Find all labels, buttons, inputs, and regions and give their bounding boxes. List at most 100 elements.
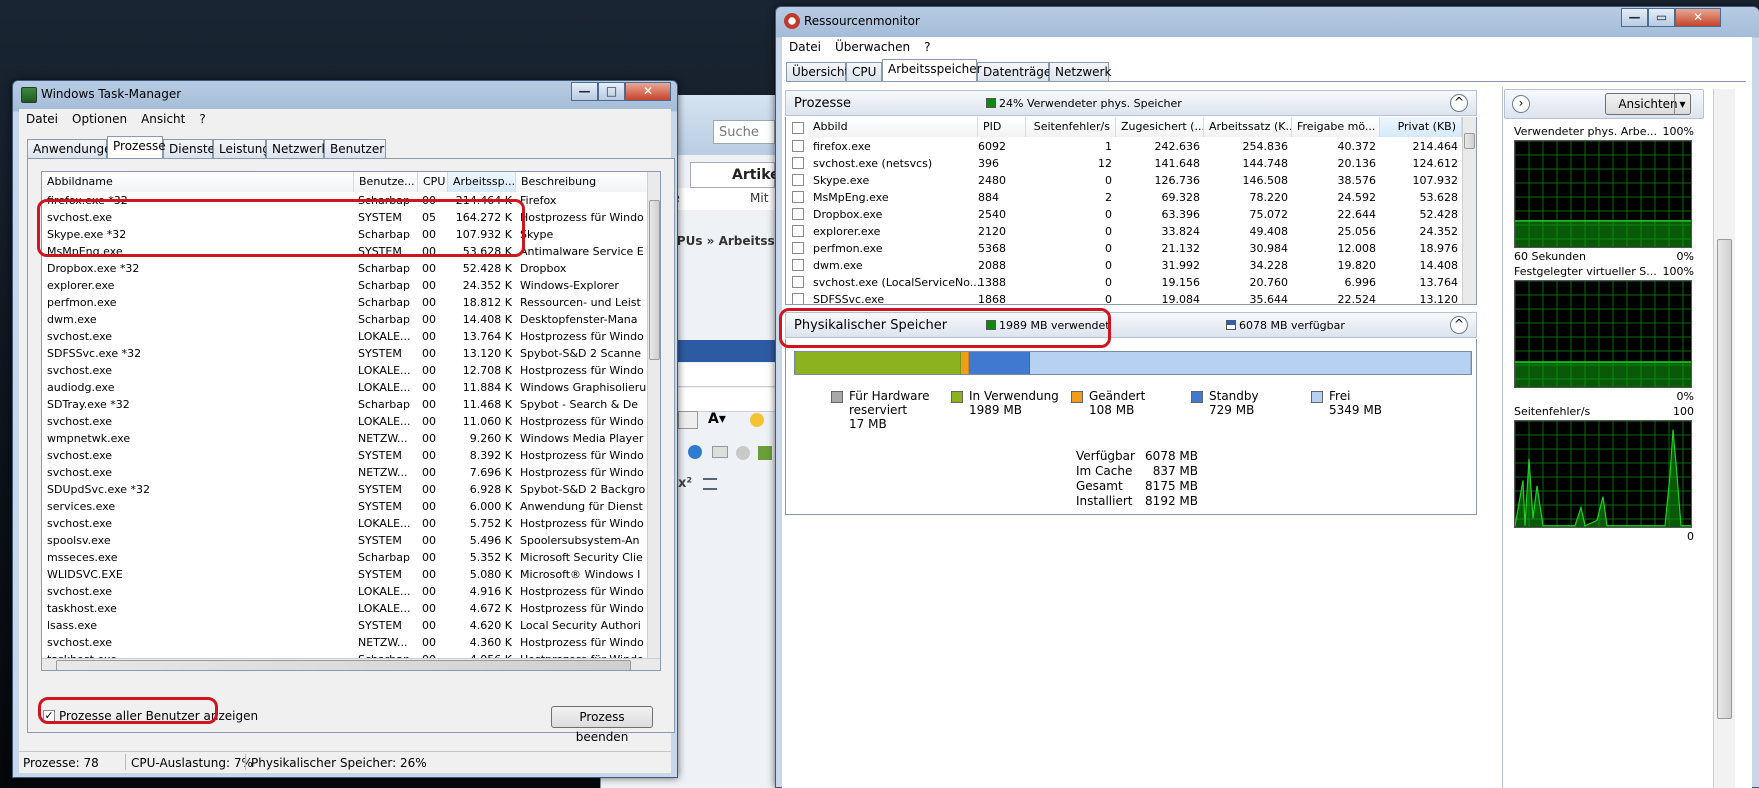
resource-monitor-titlebar[interactable]: Ressourcenmonitor — ▭ ✕ (776, 7, 1759, 35)
table-row[interactable]: Dropbox.exe *32 Scharbap 00 52.428 K Dropbox (42, 260, 648, 277)
table-row[interactable]: taskhost.exeScharbap004.056 KHostprozess… (42, 651, 648, 658)
row-checkbox[interactable] (792, 157, 804, 169)
table-row[interactable]: perfmon.exe Scharbap 00 18.812 K Ressourcen-… (42, 294, 648, 311)
resmon-table-row[interactable]: svchost.exe (LocalServiceNo... 1388 0 19.15… (786, 274, 1462, 291)
menu-optionen[interactable]: Optionen (65, 109, 134, 129)
views-button[interactable]: Ansichten ▾ (1605, 93, 1691, 115)
table-row[interactable]: lsass.exe SYSTEM 00 4.620 K Local Security A… (42, 617, 648, 634)
resmon-menu-help[interactable]: ? (917, 37, 937, 57)
row-checkbox[interactable] (792, 140, 804, 152)
expand-graphs-button[interactable]: › (1512, 95, 1530, 113)
process-list-scrollbar[interactable] (647, 172, 660, 658)
column-beschreibung[interactable]: Beschreibung (516, 172, 648, 192)
table-row[interactable]: SDUpdSvc.exe *32 SYSTEM 00 6.928 K Spybot-S&… (42, 481, 648, 498)
physical-memory-collapse-button[interactable]: ^ (1450, 316, 1468, 334)
close-button[interactable]: ✕ (625, 82, 671, 101)
resmon-column-freigabe[interactable]: Freigabe mö... (1292, 117, 1380, 137)
select-all-checkbox[interactable] (792, 122, 804, 134)
resmon-table-row[interactable]: SDFSSvc.exe 1868 0 19.084 35.644 22.524 13.120 (786, 291, 1462, 304)
resmon-process-scroll-thumb[interactable] (1464, 133, 1475, 149)
font-color-icon[interactable] (678, 411, 698, 429)
resmon-table-row[interactable]: svchost.exe (netsvcs) 396 12 141.648 144.748… (786, 155, 1462, 172)
table-row[interactable]: wmpnetwk.exe NETZW... 00 9.260 K Windows Med… (42, 430, 648, 447)
table-row[interactable]: audiodg.exe LOKALE... 00 11.884 K Windows Gr… (42, 379, 648, 396)
process-list-hscrollbar[interactable] (42, 658, 660, 670)
table-row[interactable]: services.exe SYSTEM 00 6.000 K Anwendung für… (42, 498, 648, 515)
resmon-column-arbeitssatz[interactable]: Arbeitssatz (K... (1204, 117, 1292, 137)
resmon-menu-ueberwachen[interactable]: Überwachen (828, 37, 917, 57)
tab-datentraeger[interactable]: Datenträger (977, 62, 1056, 81)
resmon-column-seitenfehler[interactable]: Seitenfehler/s (1026, 117, 1116, 137)
tab-netzwerk-resmon[interactable]: Netzwerk (1049, 62, 1111, 81)
resmon-column-pid[interactable]: PID (978, 117, 1026, 137)
process-list-scroll-thumb[interactable] (649, 200, 660, 360)
table-row[interactable]: svchost.exe SYSTEM 00 8.392 K Hostprozess fü… (42, 447, 648, 464)
resmon-process-scrollbar[interactable] (1462, 117, 1476, 304)
link-icon[interactable] (688, 445, 702, 459)
table-row[interactable]: svchost.exe LOKALE... 00 11.060 K Hostprozes… (42, 413, 648, 430)
row-checkbox[interactable] (792, 208, 804, 220)
mail-icon[interactable] (712, 446, 728, 458)
task-manager-titlebar[interactable]: Windows Task-Manager — □ ✕ (13, 81, 677, 109)
table-row[interactable]: svchost.exe LOKALE... 00 4.916 K Hostprozess… (42, 583, 648, 600)
resmon-table-row[interactable]: firefox.exe 6092 1 242.636 254.836 40.372 214.… (786, 138, 1462, 155)
resmon-table-row[interactable]: Skype.exe 2480 0 126.736 146.508 38.576 107.93… (786, 172, 1462, 189)
superscript-icon[interactable]: x² (678, 476, 692, 491)
tab-leistung[interactable]: Leistung (213, 139, 270, 158)
resmon-table-row[interactable]: explorer.exe 2120 0 33.824 49.408 25.056 24.35… (786, 223, 1462, 240)
tab-prozesse[interactable]: Prozesse (107, 136, 166, 158)
column-benutzer[interactable]: Benutze... (354, 172, 418, 192)
table-row[interactable]: dwm.exe Scharbap 00 14.408 K Desktopfenster-… (42, 311, 648, 328)
background-search-field[interactable]: Suche (713, 120, 775, 144)
table-row[interactable]: svchost.exe LOKALE... 00 12.708 K Hostprozes… (42, 362, 648, 379)
table-row[interactable]: explorer.exe Scharbap 00 24.352 K Windows-Ex… (42, 277, 648, 294)
graph-panel-scrollbar[interactable] (1713, 89, 1735, 788)
resmon-column-zugesichert[interactable]: Zugesichert (... (1116, 117, 1204, 137)
menu-datei[interactable]: Datei (19, 109, 65, 129)
resmon-close-button[interactable]: ✕ (1675, 8, 1721, 27)
processes-section-header[interactable]: Prozesse 24% Verwendeter phys. Speicher … (785, 90, 1477, 116)
resmon-table-row[interactable]: MsMpEng.exe 884 2 69.328 78.220 24.592 53.628 (786, 189, 1462, 206)
resmon-minimize-button[interactable]: — (1621, 8, 1648, 27)
table-row[interactable]: svchost.exe NETZW... 00 4.360 K Hostprozess … (42, 634, 648, 651)
tab-cpu[interactable]: CPU (846, 62, 882, 81)
table-row[interactable]: msseces.exe Scharbap 00 5.352 K Microsoft Se… (42, 549, 648, 566)
table-row[interactable]: svchost.exe LOKALE... 00 5.752 K Hostprozess… (42, 515, 648, 532)
tab-benutzer[interactable]: Benutzer (324, 139, 386, 158)
tab-arbeitsspeicher[interactable]: Arbeitsspeicher (882, 59, 982, 81)
smiley-icon[interactable] (750, 413, 764, 427)
graph-panel-scroll-thumb[interactable] (1717, 239, 1732, 719)
table-row[interactable]: svchost.exe LOKALE... 00 13.764 K Hostprozes… (42, 328, 648, 345)
tab-netzwerk[interactable]: Netzwerk (266, 139, 328, 158)
menu-ansicht[interactable]: Ansicht (134, 109, 192, 129)
table-row[interactable]: spoolsv.exe SYSTEM 00 5.496 K Spoolersubsyst… (42, 532, 648, 549)
column-cpu[interactable]: CPU (418, 172, 448, 192)
table-row[interactable]: svchost.exe NETZW... 00 7.696 K Hostprozess … (42, 464, 648, 481)
processes-collapse-button[interactable]: ^ (1450, 94, 1468, 112)
resmon-table-row[interactable]: dwm.exe 2088 0 31.992 34.228 19.820 14.408 (786, 257, 1462, 274)
column-arbeitsspeicher[interactable]: Arbeitssp... (448, 172, 516, 192)
process-list-hscroll-thumb[interactable] (56, 660, 631, 670)
menu-help[interactable]: ? (192, 109, 212, 129)
table-row[interactable]: SDFSSvc.exe *32 SYSTEM 00 13.120 K Spybot-S&… (42, 345, 648, 362)
row-checkbox[interactable] (792, 276, 804, 288)
resmon-maximize-button[interactable]: ▭ (1648, 8, 1675, 27)
row-checkbox[interactable] (792, 259, 804, 271)
end-process-button[interactable]: Prozess beenden (551, 706, 653, 744)
maximize-button[interactable]: □ (598, 82, 625, 101)
table-row[interactable]: WLIDSVC.EXE SYSTEM 00 5.080 K Microsoft® Win… (42, 566, 648, 583)
tab-dienste[interactable]: Dienste (163, 139, 215, 158)
minimize-button[interactable]: — (571, 82, 598, 101)
image-icon[interactable] (758, 446, 772, 460)
resmon-table-row[interactable]: Dropbox.exe 2540 0 63.396 75.072 22.644 52.428 (786, 206, 1462, 223)
row-checkbox[interactable] (792, 174, 804, 186)
font-size-icon[interactable]: A▾ (708, 411, 738, 429)
media-icon[interactable] (736, 446, 750, 460)
row-checkbox[interactable] (792, 242, 804, 254)
tab-anwendungen[interactable]: Anwendungen (27, 139, 119, 158)
tab-uebersicht[interactable]: Übersicht (786, 62, 849, 81)
table-row[interactable]: taskhost.exe LOKALE... 00 4.672 K Hostprozes… (42, 600, 648, 617)
list-icon[interactable] (703, 478, 717, 490)
row-checkbox[interactable] (792, 293, 804, 304)
resmon-table-row[interactable]: perfmon.exe 5368 0 21.132 30.984 12.008 18.976 (786, 240, 1462, 257)
